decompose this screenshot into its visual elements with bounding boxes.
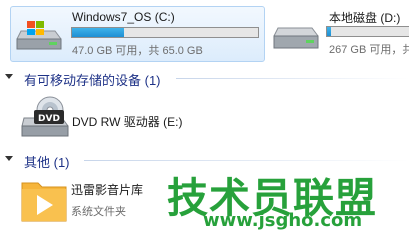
removable-group-title: 有可移动存储的设备 (1) [24,73,161,88]
collapse-arrow-icon[interactable] [5,156,13,161]
hard-drive-icon [272,16,320,52]
drive-c-space-fill [72,28,125,37]
media-library-sublabel: 系统文件夹 [71,206,126,218]
drive-d-space-bar [326,26,409,37]
drive-c-name: Windows7_OS (C:) [72,10,175,24]
hard-drive-windows-icon [15,17,63,53]
watermark: 技术员联盟 www.jsgho.com [167,164,405,234]
drive-c-space-text: 47.0 GB 可用，共 65.0 GB [72,45,203,57]
drive-d-space-fill [327,27,332,36]
watermark-url: www.jsgho.com [203,210,363,231]
drive-d-tile[interactable]: 本地磁盘 (D:) 267 GB 可用，共 2 [268,6,409,62]
svg-text:DVD: DVD [38,114,60,124]
media-library-label: 迅雷影音片库 [71,183,144,197]
group-divider [84,160,409,161]
dvd-drive-label: DVD RW 驱动器 (E:) [72,115,183,129]
drive-d-space-text: 267 GB 可用，共 2 [329,44,409,56]
collapse-arrow-icon[interactable] [5,74,13,79]
removable-group-header[interactable]: 有可移动存储的设备 (1) [0,70,409,88]
drive-d-name: 本地磁盘 (D:) [329,11,401,25]
drive-c-space-bar [71,27,259,38]
dvd-drive-icon: DVD [20,96,72,140]
group-divider [176,78,409,79]
dvd-drive-item[interactable]: DVD DVD RW 驱动器 (E:) [20,96,220,142]
drive-c-tile[interactable]: Windows7_OS (C:) 47.0 GB 可用，共 65.0 GB [10,6,265,62]
media-library-folder-icon [20,177,68,223]
other-group-title: 其他 (1) [24,155,70,170]
